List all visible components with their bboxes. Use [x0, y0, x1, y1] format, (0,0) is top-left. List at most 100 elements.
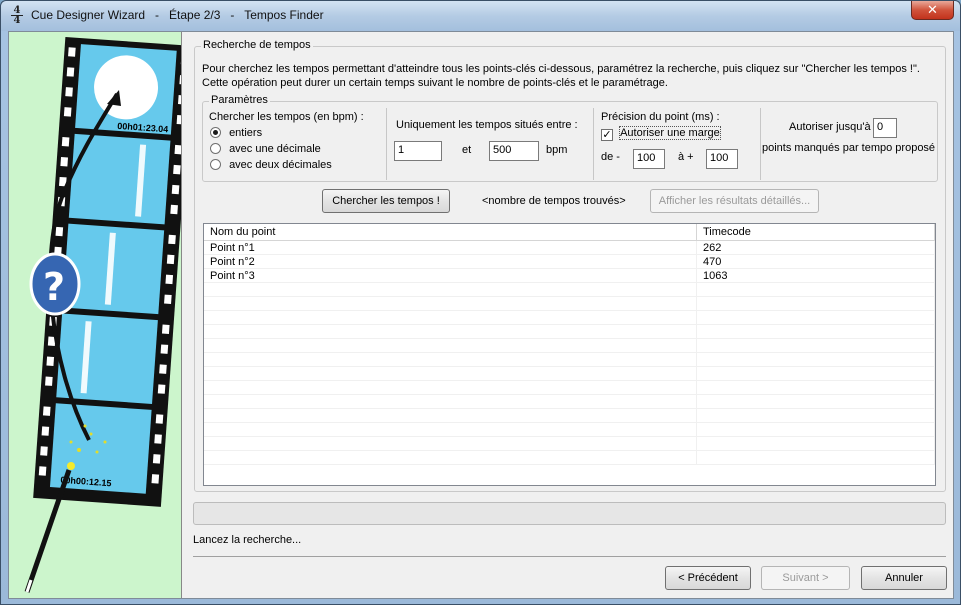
radio-label: avec deux décimales	[229, 159, 332, 171]
radio-button[interactable]	[210, 127, 221, 138]
bpm-label: Chercher les tempos (en bpm) :	[209, 111, 364, 123]
column-header-timecode[interactable]: Timecode	[697, 224, 935, 241]
table-row[interactable]: Point n°3 1063	[204, 269, 935, 283]
cell-timecode	[697, 339, 935, 352]
params-group-label: Paramètres	[209, 94, 270, 106]
checkbox-box[interactable]: ✓	[601, 129, 613, 141]
intro-text: Pour cherchez les tempos permettant d'at…	[202, 63, 920, 89]
cell-timecode: 470	[697, 255, 935, 268]
cell-timecode	[697, 395, 935, 408]
cell-timecode	[697, 423, 935, 436]
radio-button[interactable]	[210, 159, 221, 170]
range-max-input[interactable]: 500	[489, 141, 539, 161]
table-row[interactable]: Point n°1 262	[204, 241, 935, 255]
cell-point-name	[204, 367, 697, 380]
cell-timecode	[697, 367, 935, 380]
cell-timecode	[697, 353, 935, 366]
table-row	[204, 297, 935, 311]
table-row	[204, 395, 935, 409]
cell-timecode	[697, 409, 935, 422]
cell-timecode	[697, 325, 935, 338]
cell-timecode	[697, 297, 935, 310]
table-row	[204, 451, 935, 465]
range-unit-label: bpm	[546, 144, 568, 156]
cell-point-name	[204, 381, 697, 394]
cell-point-name: Point n°3	[204, 269, 697, 282]
table-row	[204, 437, 935, 451]
to-label: à +	[678, 151, 694, 163]
wizard-window: 4 4 Cue Designer Wizard - Étape 2/3 - Te…	[0, 0, 961, 605]
table-body: Point n°1 262 Point n°2 470 Point n°3 1063	[204, 241, 935, 465]
radio-two-decimals[interactable]: avec deux décimales	[210, 159, 332, 171]
cell-point-name	[204, 353, 697, 366]
cell-point-name	[204, 311, 697, 324]
margin-checkbox[interactable]: ✓ Autoriser une marge	[601, 126, 721, 141]
status-text: Lancez la recherche...	[193, 534, 302, 546]
cell-timecode: 262	[697, 241, 935, 254]
cell-point-name: Point n°1	[204, 241, 697, 254]
table-row	[204, 423, 935, 437]
window-title: Cue Designer Wizard - Étape 2/3 - Tempos…	[31, 8, 324, 22]
separator	[593, 108, 594, 180]
from-label: de -	[601, 151, 620, 163]
range-min-input[interactable]: 1	[394, 141, 442, 161]
next-button[interactable]: Suivant >	[761, 566, 850, 590]
cell-point-name	[204, 325, 697, 338]
client-area: 00h01:23.04 00h00:12.15 ? Recherche de t…	[8, 31, 954, 599]
cell-timecode	[697, 437, 935, 450]
from-input[interactable]: 100	[633, 149, 665, 169]
table-row	[204, 367, 935, 381]
found-count-text: <nombre de tempos trouvés>	[482, 195, 626, 207]
missed-label: points manqués par tempo proposé	[762, 142, 936, 154]
table-row	[204, 325, 935, 339]
column-header-point[interactable]: Nom du point	[204, 224, 697, 241]
table-row	[204, 353, 935, 367]
cell-point-name: Point n°2	[204, 255, 697, 268]
radio-integers[interactable]: entiers	[210, 127, 262, 139]
radio-button[interactable]	[210, 143, 221, 154]
cell-point-name	[204, 297, 697, 310]
allow-input[interactable]: 0	[873, 118, 897, 138]
app-icon: 4 4	[8, 5, 26, 26]
cell-point-name	[204, 423, 697, 436]
cell-point-name	[204, 339, 697, 352]
cell-point-name	[204, 451, 697, 464]
table-row	[204, 283, 935, 297]
to-input[interactable]: 100	[706, 149, 738, 169]
table-row	[204, 409, 935, 423]
cell-point-name	[204, 395, 697, 408]
cell-timecode	[697, 311, 935, 324]
cell-point-name	[204, 437, 697, 450]
search-group-label: Recherche de tempos	[201, 39, 313, 51]
cancel-button[interactable]: Annuler	[861, 566, 947, 590]
search-tempos-button[interactable]: Chercher les tempos !	[322, 189, 450, 213]
radio-one-decimal[interactable]: avec une décimale	[210, 143, 321, 155]
show-details-button[interactable]: Afficher les résultats détaillés...	[650, 189, 819, 213]
film-frame	[56, 313, 158, 404]
table-row	[204, 339, 935, 353]
previous-button[interactable]: < Précédent	[665, 566, 751, 590]
separator	[386, 108, 387, 180]
radio-label: avec une décimale	[229, 143, 321, 155]
precision-label: Précision du point (ms) :	[601, 111, 720, 123]
cell-timecode: 1063	[697, 269, 935, 282]
range-label: Uniquement les tempos situés entre :	[396, 119, 578, 131]
side-illustration: 00h01:23.04 00h00:12.15 ?	[9, 32, 182, 598]
close-button[interactable]: ✕	[911, 1, 954, 20]
cell-timecode	[697, 451, 935, 464]
cell-point-name	[204, 283, 697, 296]
separator	[760, 108, 761, 180]
allow-label: Autoriser jusqu'à	[789, 121, 871, 133]
app-icon-top: 4	[13, 5, 21, 16]
table-header: Nom du point Timecode	[204, 224, 935, 241]
table-row	[204, 381, 935, 395]
title-bar[interactable]: 4 4 Cue Designer Wizard - Étape 2/3 - Te…	[1, 1, 960, 31]
cell-timecode	[697, 283, 935, 296]
table-row	[204, 311, 935, 325]
table-row[interactable]: Point n°2 470	[204, 255, 935, 269]
radio-label: entiers	[229, 127, 263, 139]
cell-timecode	[697, 381, 935, 394]
filmstrip-illustration: 00h01:23.04 00h00:12.15 ?	[24, 37, 181, 593]
results-table[interactable]: Nom du point Timecode Point n°1 262 Point …	[203, 223, 936, 486]
range-and-label: et	[462, 144, 472, 156]
